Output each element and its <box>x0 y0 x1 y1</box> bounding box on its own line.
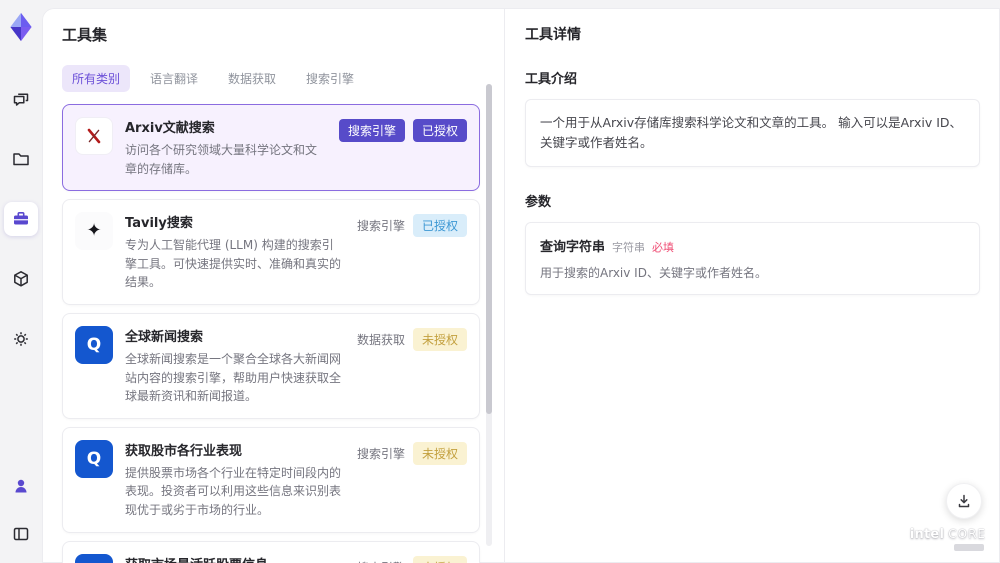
tool-title: 全球新闻搜索 <box>125 329 204 345</box>
category-label: 搜索引擎 <box>356 446 405 461</box>
tool-card-arxiv[interactable]: Arxiv文献搜索 访问各个研究领域大量科学论文和文章的存储库。 搜索引擎 已授… <box>62 104 480 192</box>
list-scrollbar[interactable] <box>486 84 492 546</box>
status-badge: 未授权 <box>412 441 467 465</box>
user-avatar[interactable] <box>4 469 38 503</box>
sidebar-item-files[interactable] <box>4 142 38 176</box>
tool-list-pane: 工具集 所有类别 语言翻译 数据获取 搜索引擎 Arxiv文献搜索 访问各个研究… <box>42 8 505 563</box>
param-type: 字符串 <box>612 241 646 254</box>
tool-description: 提供股票市场各个行业在特定时间段内的表现。投资者可以利用这些信息来识别表现优于或… <box>125 465 342 517</box>
status-badge: 已授权 <box>412 119 467 142</box>
sidebar-item-settings[interactable] <box>4 322 38 356</box>
category-badge: 搜索引擎 <box>338 119 405 142</box>
intro-card: 一个用于从Arxiv存储库搜索科学论文和文章的工具。 输入可以是Arxiv ID… <box>525 99 980 167</box>
param-card: 查询字符串 字符串 必填 用于搜索的Arxiv ID、关键字或作者姓名。 <box>525 222 980 295</box>
panel-toggle-icon <box>11 524 31 544</box>
folder-icon <box>11 149 31 169</box>
tool-title: 获取股市各行业表现 <box>125 443 243 459</box>
finance-logo-icon: Q <box>75 439 113 478</box>
tool-card-global-news[interactable]: Q 全球新闻搜索 全球新闻搜索是一个聚合全球各大新闻网站内容的搜索引擎，帮助用户… <box>62 312 480 419</box>
tool-card-sector-performance[interactable]: Q 获取股市各行业表现 提供股票市场各个行业在特定时间段内的表现。投资者可以利用… <box>62 426 480 533</box>
chat-icon <box>11 89 31 109</box>
category-label: 数据获取 <box>356 332 405 347</box>
page-title: 工具集 <box>62 26 108 44</box>
tab-search-engine[interactable]: 搜索引擎 <box>296 65 364 92</box>
tool-list: Arxiv文献搜索 访问各个研究领域大量科学论文和文章的存储库。 搜索引擎 已授… <box>62 104 480 563</box>
app-logo-icon <box>4 10 38 44</box>
intel-logo-sub-badge <box>954 544 984 551</box>
tool-card-tavily[interactable]: ✦ Tavily搜索 专为人工智能代理 (LLM) 构建的搜索引擎工具。可快速提… <box>62 199 480 305</box>
params-heading: 参数 <box>525 195 552 210</box>
status-badge: 未授权 <box>412 555 467 563</box>
tool-title: Tavily搜索 <box>125 216 193 232</box>
tab-language-translation[interactable]: 语言翻译 <box>140 65 208 92</box>
category-tabs: 所有类别 语言翻译 数据获取 搜索引擎 <box>62 65 480 92</box>
tool-title: 获取市场最活跃股票信息 <box>125 554 345 563</box>
tool-title: Arxiv文献搜索 <box>125 121 215 136</box>
person-icon <box>11 476 31 496</box>
collapse-sidebar-button[interactable] <box>4 517 38 551</box>
app-sidebar <box>0 0 42 563</box>
tool-description: 访问各个研究领域大量科学论文和文章的存储库。 <box>125 143 318 176</box>
gear-icon <box>11 329 31 349</box>
cube-icon <box>11 269 31 289</box>
sparkle-icon: ✦ <box>86 220 102 242</box>
category-label: 搜索引擎 <box>356 219 405 234</box>
intro-heading: 工具介绍 <box>525 72 578 87</box>
param-name: 查询字符串 <box>540 240 606 255</box>
finance-logo-icon: Q <box>75 553 113 563</box>
intro-text: 一个用于从Arxiv存储库搜索科学论文和文章的工具。 输入可以是Arxiv ID… <box>540 115 963 150</box>
scrollbar-thumb[interactable] <box>486 84 492 414</box>
status-badge: 已授权 <box>412 214 467 238</box>
sidebar-item-tools[interactable] <box>4 202 38 236</box>
param-required-flag: 必填 <box>652 241 675 254</box>
briefcase-icon <box>11 209 31 229</box>
main-content: 工具集 所有类别 语言翻译 数据获取 搜索引擎 Arxiv文献搜索 访问各个研究… <box>42 8 1000 563</box>
tool-detail-pane: 工具详情 工具介绍 一个用于从Arxiv存储库搜索科学论文和文章的工具。 输入可… <box>505 8 1000 563</box>
sidebar-item-plugins[interactable] <box>4 262 38 296</box>
intel-core-logo: intel CORE <box>910 527 986 551</box>
tab-all-categories[interactable]: 所有类别 <box>62 65 131 92</box>
param-description: 用于搜索的Arxiv ID、关键字或作者姓名。 <box>540 266 767 280</box>
status-badge: 未授权 <box>412 327 467 351</box>
tab-data-fetch[interactable]: 数据获取 <box>218 65 286 92</box>
download-button[interactable] <box>946 483 982 519</box>
news-logo-icon: Q <box>75 325 113 364</box>
arxiv-logo-icon <box>75 117 113 155</box>
sidebar-item-chat[interactable] <box>4 82 38 116</box>
tool-description: 专为人工智能代理 (LLM) 构建的搜索引擎工具。可快速提供实时、准确和真实的结… <box>125 238 342 290</box>
category-label: 搜索引擎 <box>357 556 405 563</box>
tool-description: 全球新闻搜索是一个聚合全球各大新闻网站内容的搜索引擎，帮助用户快速获取全球最新资… <box>125 351 342 404</box>
download-icon <box>955 492 973 510</box>
detail-title: 工具详情 <box>525 27 581 43</box>
tool-card-active-stocks[interactable]: Q 获取市场最活跃股票信息 提供当天交易量最高的股票列表。投资者可以利用这些信息… <box>62 540 480 563</box>
tavily-logo-icon: ✦ <box>75 212 113 251</box>
